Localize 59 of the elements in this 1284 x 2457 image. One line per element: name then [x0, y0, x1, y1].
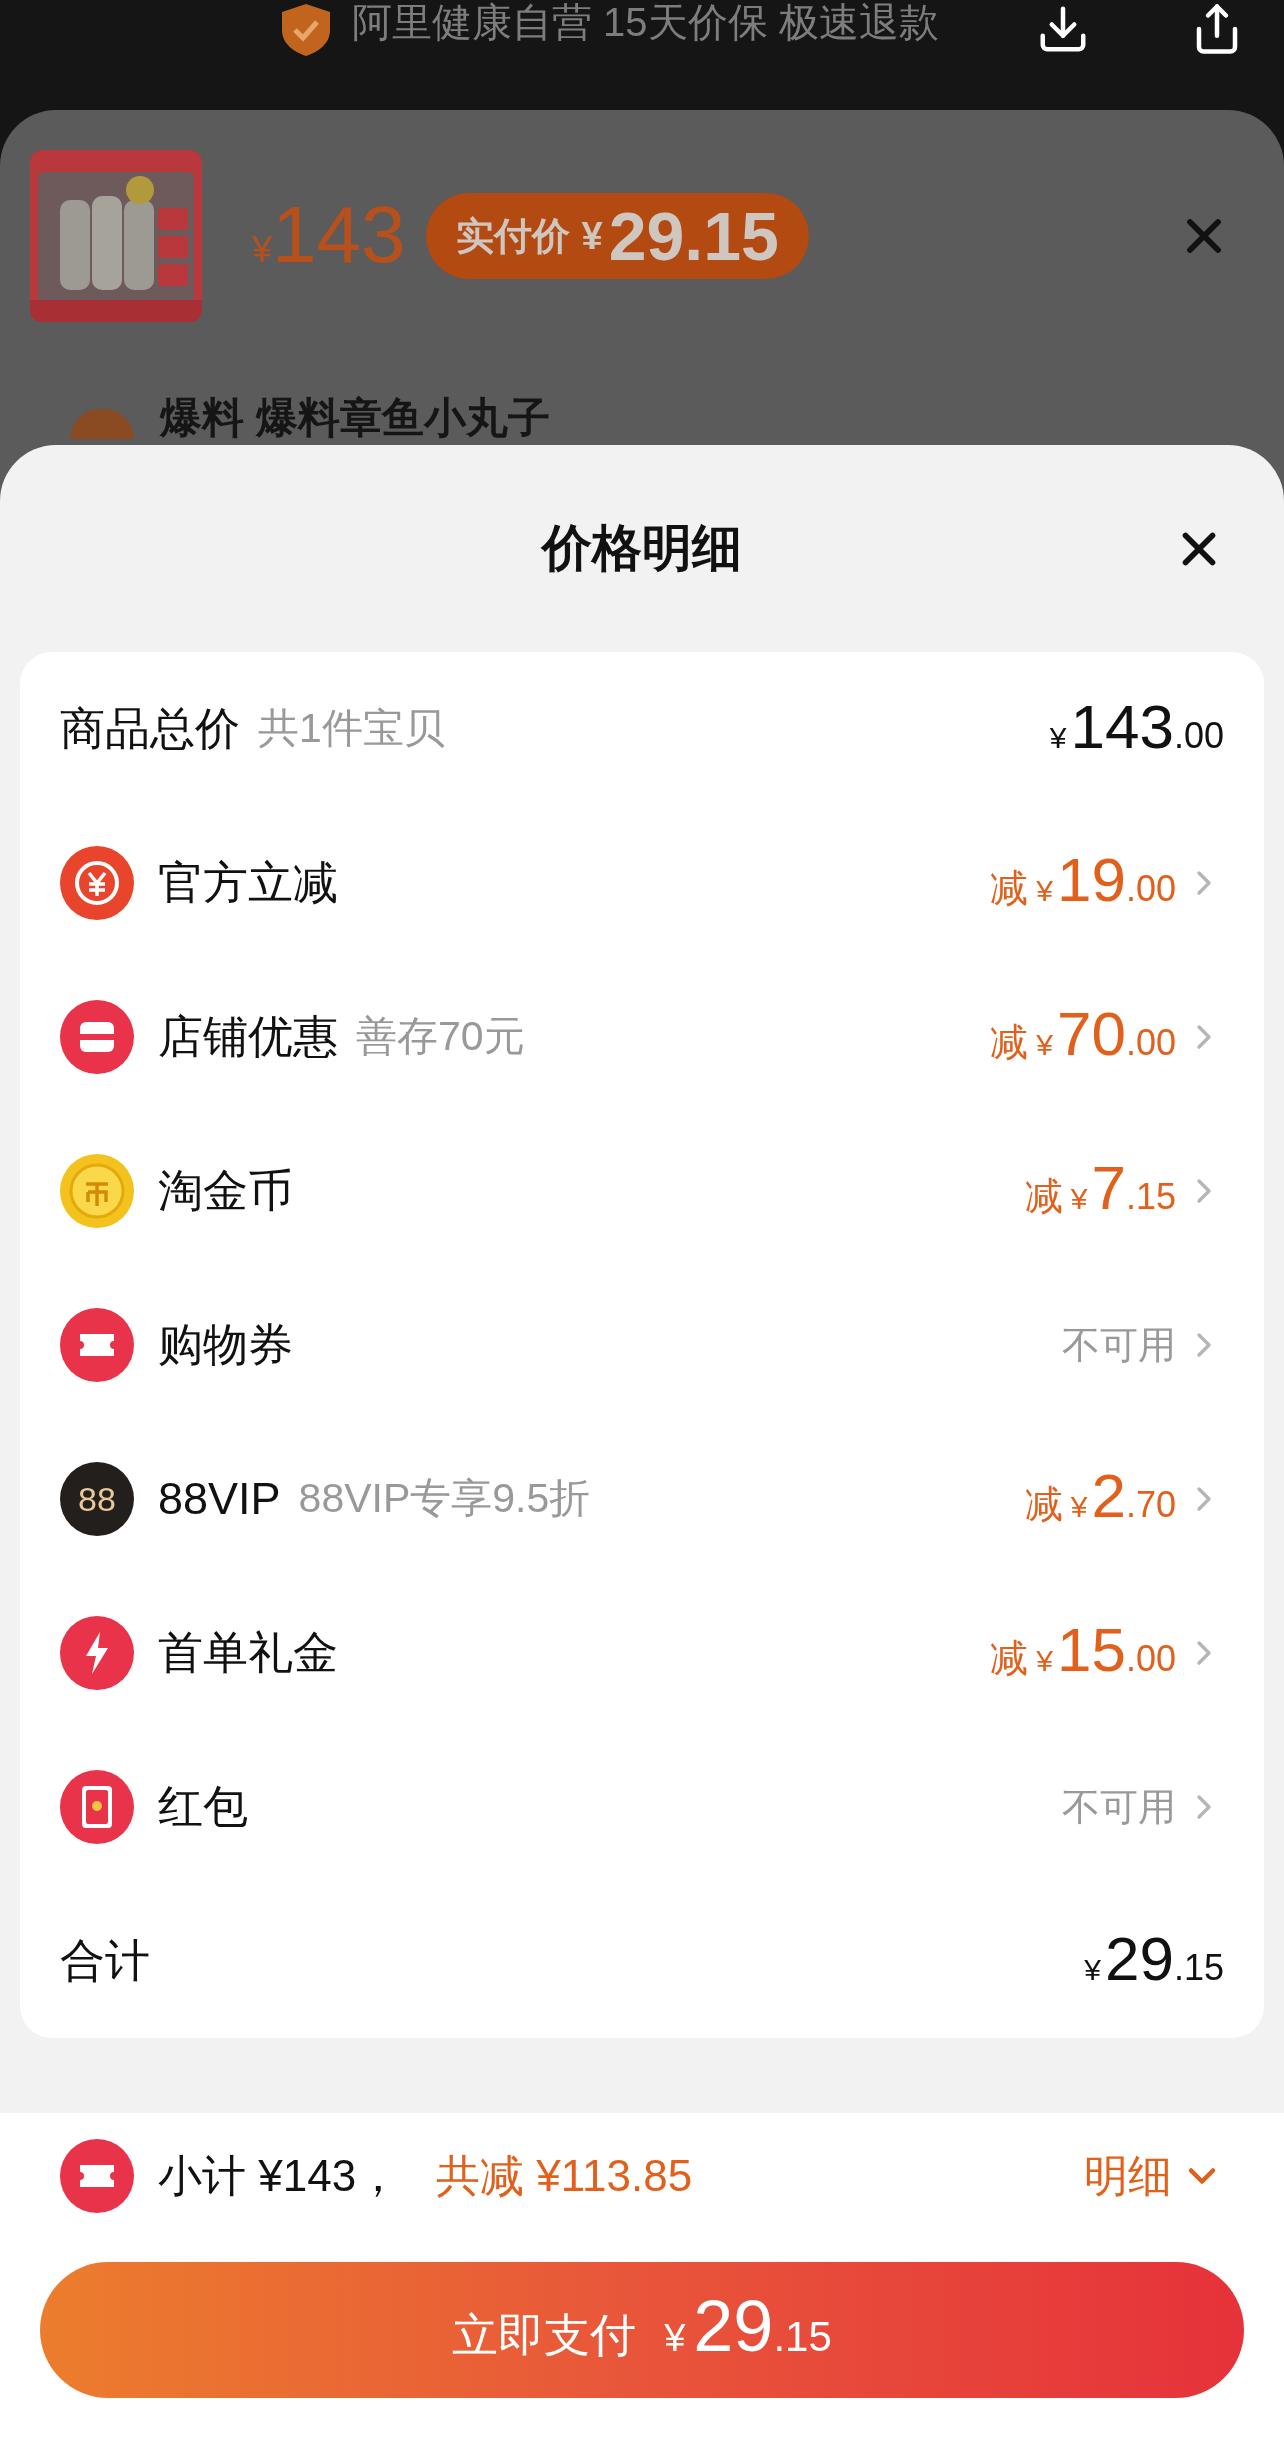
currency-symbol: ¥ — [1036, 1027, 1053, 1063]
discount-label: 减 — [1024, 1174, 1063, 1219]
service-guarantee-text: 阿里健康自营 15天价保 极速退款 — [352, 2, 939, 42]
product-price: 143 — [272, 195, 406, 275]
amount-integer: 70 — [1057, 1003, 1126, 1065]
amount-integer: 2 — [1091, 1465, 1126, 1527]
vip-badge-icon: 88 — [60, 1462, 134, 1536]
row-note: 共1件宝贝 — [258, 704, 445, 754]
discount-label: 减 — [1024, 1482, 1063, 1527]
amount-integer: 19 — [1057, 849, 1126, 911]
ticket-icon — [60, 1308, 134, 1382]
unavailable-status: 不可用 — [1062, 1784, 1176, 1830]
yuan-coin-icon — [60, 846, 134, 920]
shield-check-icon — [280, 2, 332, 58]
row-label: 首单礼金 — [158, 1626, 338, 1681]
discount-label: 减 — [990, 1020, 1029, 1065]
discount-label: 减 — [990, 866, 1029, 911]
row-label: 合计 — [60, 1934, 150, 1989]
row-label: 购物券 — [158, 1318, 293, 1373]
amount-decimal: .00 — [1173, 713, 1224, 758]
coin-icon — [60, 1154, 134, 1228]
total-discount-text: 共减 ¥113.85 — [436, 2149, 693, 2202]
amount-decimal: .00 — [1125, 867, 1176, 911]
amount-decimal: .70 — [1125, 1483, 1176, 1527]
details-toggle[interactable]: 明细 — [1084, 2142, 1224, 2209]
shop-icon — [60, 1000, 134, 1074]
currency-symbol: ¥ — [252, 228, 273, 272]
amount-integer: 29 — [1105, 1927, 1174, 1990]
ticket-icon — [60, 2138, 134, 2213]
currency-symbol: ¥ — [1070, 1489, 1088, 1525]
amount-integer: 143 — [1070, 695, 1174, 758]
pay-now-button[interactable]: 立即支付 ¥29.15 — [40, 2262, 1244, 2398]
row-label: 淘金币 — [158, 1164, 293, 1219]
sheet-title: 价格明细 — [542, 519, 742, 578]
currency-symbol: ¥ — [1036, 873, 1053, 909]
row-note: 88VIP专享9.5折 — [298, 1474, 591, 1524]
envelope-icon — [60, 1770, 134, 1844]
row-label: 店铺优惠 — [158, 1010, 338, 1065]
row-label: 商品总价 — [60, 702, 240, 757]
amount-decimal: .15 — [1125, 1175, 1176, 1219]
row-label: 红包 — [158, 1780, 248, 1835]
lightning-icon — [60, 1616, 134, 1690]
amount-decimal: .00 — [1125, 1637, 1176, 1681]
paid-price-badge: 实付价 ¥29.15 — [425, 193, 809, 279]
row-note: 善存70元 — [356, 1012, 525, 1062]
unavailable-status: 不可用 — [1062, 1322, 1176, 1368]
currency-symbol: ¥ — [1049, 719, 1067, 756]
currency-symbol: ¥ — [1036, 1643, 1053, 1679]
currency-symbol: ¥ — [1070, 1181, 1088, 1217]
amount-decimal: .15 — [1173, 1945, 1224, 1990]
item-title: 爆料 爆料章鱼小丸子 — [160, 397, 550, 439]
amount-integer: 15 — [1057, 1619, 1126, 1681]
row-label: 官方立减 — [158, 856, 338, 911]
amount-integer: 7 — [1091, 1157, 1126, 1219]
row-label: 88VIP — [158, 1472, 281, 1527]
discount-label: 减 — [990, 1636, 1029, 1681]
subtotal-text: 小计 ¥143， — [158, 2149, 401, 2202]
amount-decimal: .00 — [1125, 1021, 1176, 1065]
currency-symbol: ¥ — [1084, 1951, 1101, 1988]
